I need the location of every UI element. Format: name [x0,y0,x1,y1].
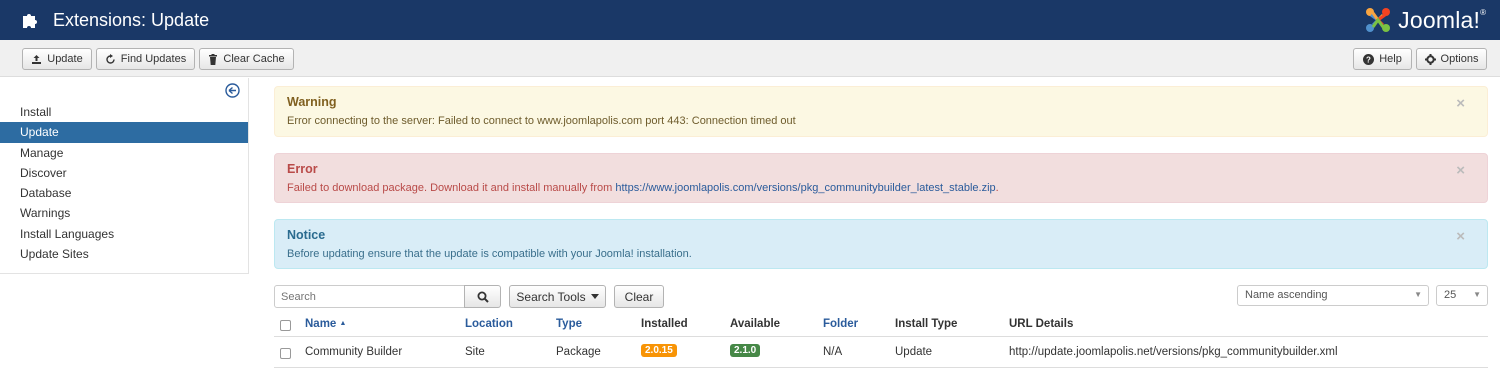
error-alert-message-wrap: Failed to download package. Download it … [287,182,999,194]
select-all-checkbox[interactable] [280,320,291,331]
svg-text:?: ? [1366,55,1371,64]
refresh-icon [106,53,115,64]
ordering-select[interactable]: Name ascending ▼ [1237,285,1429,306]
row-name: Community Builder [305,346,403,358]
joomla-logo-icon [1366,8,1391,32]
error-alert-title: Error [287,162,318,176]
options-button-label: Options [1440,53,1479,65]
sidebar-item-install-languages[interactable]: Install Languages [0,224,248,244]
search-button[interactable] [464,285,501,308]
row-available: 2.1.0 [730,344,761,357]
limit-select[interactable]: 25 ▼ [1436,285,1488,306]
sidebar: Install Update Manage Discover Database … [0,78,249,274]
notice-alert-title: Notice [287,228,326,242]
column-type[interactable]: Type [556,318,582,330]
row-folder: N/A [823,346,843,358]
header-bar: Extensions: Update Joomla! ® [0,0,1500,40]
sidebar-item-discover[interactable]: Discover [0,163,248,183]
notice-alert: Notice Before updating ensure that the u… [274,219,1488,269]
sort-ascending-icon: ▲ [339,320,347,327]
update-button[interactable]: Update [22,48,92,70]
find-updates-button-label: Find Updates [120,53,187,65]
row-installed: 2.0.15 [641,344,677,357]
limit-select-value: 25 [1444,289,1457,301]
toolbar: Update Find Updates Clear Cache ? Help O… [0,40,1500,77]
find-updates-button[interactable]: Find Updates [96,48,195,70]
ordering-select-value: Name ascending [1245,289,1328,301]
caret-down-icon [590,294,599,299]
row-checkbox[interactable] [280,348,291,359]
column-available: Available [730,318,781,330]
warning-alert-title: Warning [287,95,337,109]
download-package-link[interactable]: https://www.joomlapolis.com/versions/pkg… [615,182,995,194]
available-version-badge: 2.1.0 [730,344,761,357]
search-input[interactable] [274,285,465,308]
chevron-down-icon: ▼ [1414,290,1422,299]
sidebar-nav: Install Update Manage Discover Database … [0,102,248,264]
column-name-label: Name [305,318,337,330]
search-tools-button[interactable]: Search Tools [509,285,606,308]
sidebar-item-update[interactable]: Update [0,122,248,143]
sidebar-item-database[interactable]: Database [0,183,248,203]
clear-button[interactable]: Clear [614,285,664,308]
column-installed: Installed [641,318,688,330]
search-icon [477,291,489,303]
error-alert: Error Failed to download package. Downlo… [274,153,1488,203]
error-alert-suffix: . [995,182,999,194]
row-install-type: Update [895,346,933,358]
column-install-type: Install Type [895,318,958,330]
column-folder[interactable]: Folder [823,318,858,330]
joomla-logo-text: Joomla! [1398,6,1481,33]
page-title: Extensions: Update [53,9,210,30]
clear-button-label: Clear [624,289,654,304]
warning-close-icon[interactable]: × [1456,95,1465,112]
row-location: Site [465,346,485,358]
sidebar-item-warnings[interactable]: Warnings [0,203,248,223]
help-button[interactable]: ? Help [1353,48,1412,70]
sidebar-item-update-sites[interactable]: Update Sites [0,244,248,264]
notice-close-icon[interactable]: × [1456,228,1465,245]
clear-cache-button-label: Clear Cache [223,53,285,65]
sidebar-item-install[interactable]: Install [0,102,248,122]
joomla-logo: Joomla! ® [1362,4,1486,36]
warning-alert: Warning Error connecting to the server: … [274,86,1488,137]
sidebar-item-manage[interactable]: Manage [0,143,248,163]
question-icon: ? [1363,53,1375,65]
row-type: Package [556,346,601,358]
search-tools-label: Search Tools [516,289,586,304]
error-alert-message: Failed to download package. Download it … [287,182,616,194]
table-row: Community Builder Site Package 2.0.15 2.… [274,338,1488,368]
sidebar-collapse-icon[interactable] [225,83,240,101]
options-button[interactable]: Options [1416,48,1487,70]
table-header: Name ▲ Location Type Installed Available… [274,314,1488,337]
column-url-details: URL Details [1009,318,1074,330]
row-url-details: http://update.joomlapolis.net/versions/p… [1009,346,1338,358]
gear-icon [1424,53,1436,65]
installed-version-badge: 2.0.15 [641,344,677,357]
error-close-icon[interactable]: × [1456,162,1465,179]
help-button-label: Help [1379,53,1402,65]
chevron-down-icon: ▼ [1473,290,1481,299]
puzzle-icon [20,9,42,31]
column-name[interactable]: Name ▲ [305,318,346,330]
column-location[interactable]: Location [465,318,513,330]
update-button-label: Update [47,53,83,65]
warning-alert-message: Error connecting to the server: Failed t… [287,115,796,127]
registered-mark: ® [1480,7,1486,17]
notice-alert-message: Before updating ensure that the update i… [287,248,692,260]
upload-icon [32,54,42,64]
clear-cache-button[interactable]: Clear Cache [199,48,294,70]
trash-icon [209,53,218,65]
